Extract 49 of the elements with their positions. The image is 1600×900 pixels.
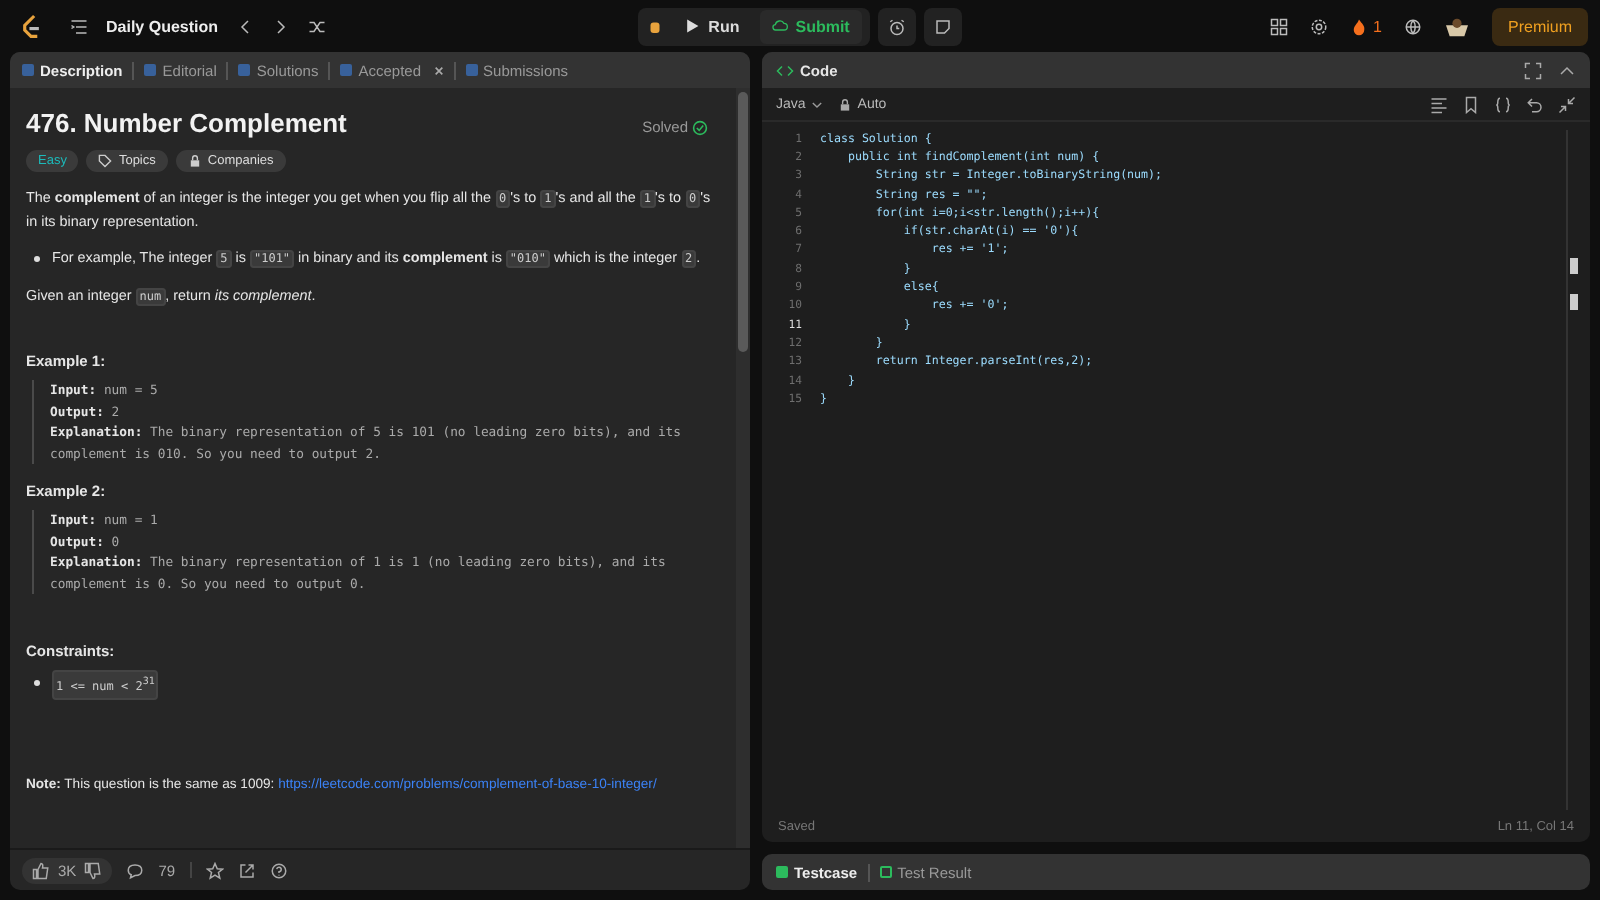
- globe-icon[interactable]: [1404, 17, 1422, 35]
- logo-icon[interactable]: [20, 13, 42, 39]
- chevron-up-icon[interactable]: [1558, 61, 1576, 79]
- bookmark-icon[interactable]: [1462, 95, 1480, 113]
- cloud-icon: [771, 18, 788, 34]
- thumbs-down-icon[interactable]: [84, 861, 103, 879]
- chevron-right-icon[interactable]: [272, 17, 291, 35]
- star-icon[interactable]: [205, 861, 224, 879]
- list-icon[interactable]: [70, 17, 88, 35]
- note-button[interactable]: [923, 7, 962, 45]
- tab-icon: [340, 64, 353, 76]
- premium-button[interactable]: Premium: [1492, 7, 1589, 45]
- code-icon: [776, 61, 794, 79]
- settings-icon[interactable]: [1309, 17, 1328, 35]
- streak-count[interactable]: 1: [1373, 17, 1382, 35]
- share-icon[interactable]: [237, 861, 256, 879]
- comment-icon[interactable]: [126, 861, 145, 879]
- tab-icon: [238, 64, 251, 76]
- submit-button[interactable]: Submit: [759, 9, 862, 43]
- alarm-clock-icon: [887, 17, 906, 35]
- tag-icon: [98, 154, 113, 168]
- check-circle-icon: [692, 119, 708, 135]
- grid-icon[interactable]: [1269, 17, 1288, 35]
- help-icon[interactable]: [269, 861, 288, 879]
- undo-icon[interactable]: [1526, 95, 1544, 113]
- problem-title[interactable]: 476. Number Complement: [26, 108, 347, 138]
- note-icon: [933, 17, 952, 35]
- collapse-icon[interactable]: [1558, 95, 1576, 113]
- daily-question-link[interactable]: Daily Question: [106, 17, 219, 35]
- fullscreen-icon[interactable]: [1524, 61, 1542, 79]
- format-icon[interactable]: [1430, 95, 1448, 113]
- close-icon[interactable]: [433, 65, 444, 75]
- tab-icon: [776, 866, 788, 878]
- lock-icon: [187, 154, 202, 168]
- run-button[interactable]: Run: [672, 9, 752, 43]
- play-icon: [684, 18, 701, 34]
- thumbs-up-icon[interactable]: [32, 861, 50, 879]
- tab-icon: [465, 64, 478, 76]
- tab-icon: [144, 64, 157, 76]
- chevron-down-icon: [809, 97, 824, 111]
- tab-icon: [22, 64, 34, 76]
- lock-icon: [837, 97, 852, 111]
- flame-icon[interactable]: [1349, 17, 1368, 35]
- tab-icon: [879, 866, 892, 878]
- braces-icon[interactable]: [1494, 95, 1512, 113]
- avatar-icon[interactable]: [1444, 15, 1470, 37]
- alarm-clock-button[interactable]: [877, 7, 916, 45]
- chevron-left-icon[interactable]: [236, 17, 255, 35]
- shuffle-icon[interactable]: [308, 17, 327, 35]
